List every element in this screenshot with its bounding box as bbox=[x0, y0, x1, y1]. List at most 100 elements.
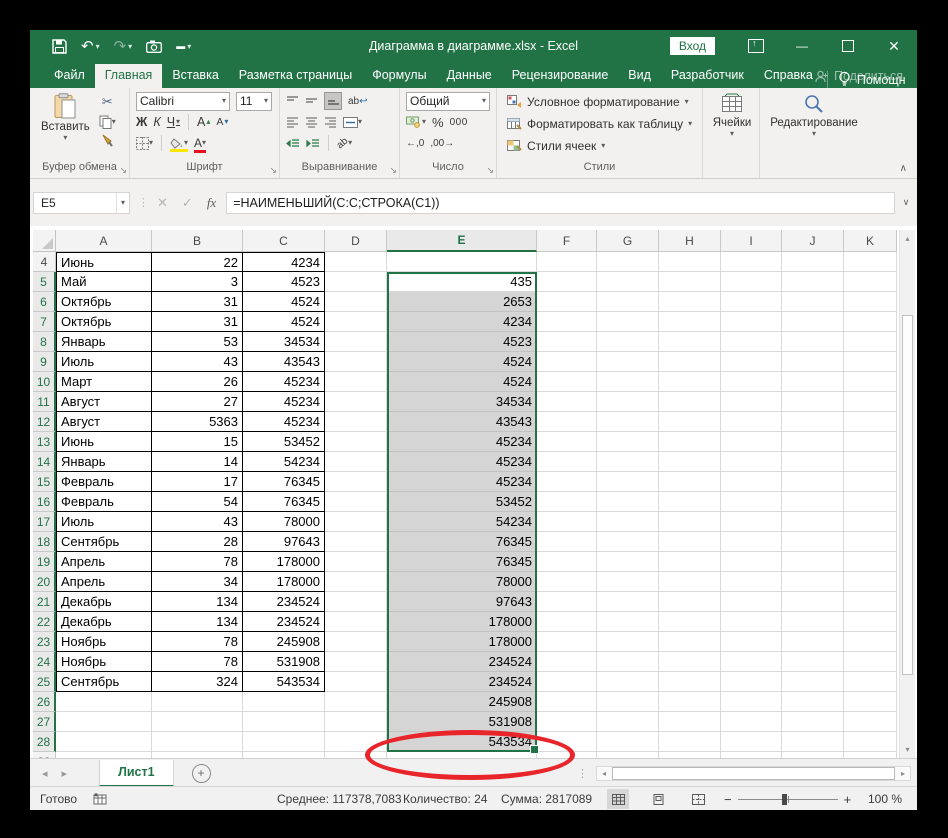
cell-e8[interactable]: 4523 bbox=[387, 332, 537, 352]
cell-g11[interactable] bbox=[597, 392, 659, 412]
formula-bar-resize-handle[interactable]: ⋮ bbox=[138, 196, 149, 209]
cell-h27[interactable] bbox=[659, 712, 721, 732]
cell-b8[interactable]: 53 bbox=[152, 332, 243, 352]
font-name-combobox[interactable]: Calibri ▾ bbox=[136, 91, 230, 111]
cell-c8[interactable]: 34534 bbox=[243, 332, 325, 352]
cell-k17[interactable] bbox=[844, 512, 897, 532]
cell-h14[interactable] bbox=[659, 452, 721, 472]
ribbon-tab-главная[interactable]: Главная bbox=[94, 64, 163, 88]
cell-c21[interactable]: 234524 bbox=[243, 592, 325, 612]
clipboard-dialog-launcher-icon[interactable]: ↘ bbox=[119, 165, 127, 176]
cell-h12[interactable] bbox=[659, 412, 721, 432]
cell-a13[interactable]: Июнь bbox=[56, 432, 152, 452]
cell-a5[interactable]: Май bbox=[56, 272, 152, 292]
cell-c22[interactable]: 234524 bbox=[243, 612, 325, 632]
cell-f18[interactable] bbox=[537, 532, 597, 552]
vertical-scrollbar-thumb[interactable] bbox=[902, 315, 913, 675]
cell-c18[interactable]: 97643 bbox=[243, 532, 325, 552]
cell-d14[interactable] bbox=[325, 452, 387, 472]
cell-a10[interactable]: Март bbox=[56, 372, 152, 392]
cell-f13[interactable] bbox=[537, 432, 597, 452]
cell-a23[interactable]: Ноябрь bbox=[56, 632, 152, 652]
cell-k20[interactable] bbox=[844, 572, 897, 592]
cell-g14[interactable] bbox=[597, 452, 659, 472]
align-bottom-button[interactable] bbox=[324, 92, 342, 110]
confirm-entry-icon[interactable]: ✓ bbox=[182, 195, 193, 211]
comma-style-button[interactable]: 000 bbox=[450, 117, 468, 128]
cell-k11[interactable] bbox=[844, 392, 897, 412]
cell-k7[interactable] bbox=[844, 312, 897, 332]
fill-color-button[interactable]: ▾ bbox=[170, 137, 188, 149]
format-as-table-button[interactable]: Форматировать как таблицу ▾ bbox=[507, 113, 698, 134]
cell-a8[interactable]: Январь bbox=[56, 332, 152, 352]
cell-b17[interactable]: 43 bbox=[152, 512, 243, 532]
decrease-font-size-button[interactable]: А ▾ bbox=[216, 116, 228, 128]
cell-j28[interactable] bbox=[782, 732, 844, 752]
cell-g15[interactable] bbox=[597, 472, 659, 492]
row-header-14[interactable]: 14 bbox=[33, 452, 56, 472]
cell-j7[interactable] bbox=[782, 312, 844, 332]
cell-g28[interactable] bbox=[597, 732, 659, 752]
cell-i10[interactable] bbox=[721, 372, 782, 392]
cell-h24[interactable] bbox=[659, 652, 721, 672]
cell-h22[interactable] bbox=[659, 612, 721, 632]
cell-k6[interactable] bbox=[844, 292, 897, 312]
cut-button[interactable]: ✂ bbox=[99, 94, 116, 110]
cell-g7[interactable] bbox=[597, 312, 659, 332]
column-header-f[interactable]: F bbox=[537, 230, 597, 252]
column-header-j[interactable]: J bbox=[782, 230, 844, 252]
cell-b11[interactable]: 27 bbox=[152, 392, 243, 412]
cell-h4[interactable] bbox=[659, 252, 721, 272]
cell-k28[interactable] bbox=[844, 732, 897, 752]
zoom-out-button[interactable]: − bbox=[724, 792, 732, 807]
cell-i8[interactable] bbox=[721, 332, 782, 352]
cell-f12[interactable] bbox=[537, 412, 597, 432]
cell-g18[interactable] bbox=[597, 532, 659, 552]
cell-j26[interactable] bbox=[782, 692, 844, 712]
cell-h19[interactable] bbox=[659, 552, 721, 572]
increase-indent-button[interactable] bbox=[306, 138, 320, 149]
cell-f22[interactable] bbox=[537, 612, 597, 632]
row-header-24[interactable]: 24 bbox=[33, 652, 56, 672]
cell-b20[interactable]: 34 bbox=[152, 572, 243, 592]
cell-g24[interactable] bbox=[597, 652, 659, 672]
cell-i17[interactable] bbox=[721, 512, 782, 532]
maximize-button[interactable] bbox=[833, 30, 863, 62]
cell-f16[interactable] bbox=[537, 492, 597, 512]
align-top-button[interactable] bbox=[286, 95, 299, 107]
accounting-format-button[interactable]: ▾ bbox=[406, 116, 426, 128]
cell-a7[interactable]: Октябрь bbox=[56, 312, 152, 332]
cell-h9[interactable] bbox=[659, 352, 721, 372]
cell-b5[interactable]: 3 bbox=[152, 272, 243, 292]
cell-k18[interactable] bbox=[844, 532, 897, 552]
increase-font-size-button[interactable]: А ▴ bbox=[197, 115, 210, 129]
cell-c16[interactable]: 76345 bbox=[243, 492, 325, 512]
cell-g9[interactable] bbox=[597, 352, 659, 372]
row-header-15[interactable]: 15 bbox=[33, 472, 56, 492]
cell-b22[interactable]: 134 bbox=[152, 612, 243, 632]
cell-c20[interactable]: 178000 bbox=[243, 572, 325, 592]
cell-i12[interactable] bbox=[721, 412, 782, 432]
ribbon-tab-данные[interactable]: Данные bbox=[437, 64, 502, 88]
align-center-button[interactable] bbox=[305, 116, 318, 128]
status-count[interactable]: Количество: 24 bbox=[403, 787, 487, 810]
cell-a18[interactable]: Сентябрь bbox=[56, 532, 152, 552]
cell-f26[interactable] bbox=[537, 692, 597, 712]
row-header-26[interactable]: 26 bbox=[33, 692, 56, 712]
vertical-scrollbar[interactable]: ▴ ▾ bbox=[899, 230, 915, 758]
cell-d13[interactable] bbox=[325, 432, 387, 452]
cell-i20[interactable] bbox=[721, 572, 782, 592]
cell-f14[interactable] bbox=[537, 452, 597, 472]
cell-f20[interactable] bbox=[537, 572, 597, 592]
sign-in-button[interactable]: Вход bbox=[669, 37, 715, 55]
cell-j20[interactable] bbox=[782, 572, 844, 592]
row-header-4[interactable]: 4 bbox=[33, 252, 56, 272]
column-header-a[interactable]: A bbox=[56, 230, 152, 252]
cell-b19[interactable]: 78 bbox=[152, 552, 243, 572]
cell-c5[interactable]: 4523 bbox=[243, 272, 325, 292]
cell-j13[interactable] bbox=[782, 432, 844, 452]
cell-g13[interactable] bbox=[597, 432, 659, 452]
cell-d26[interactable] bbox=[325, 692, 387, 712]
scroll-up-icon[interactable]: ▴ bbox=[900, 234, 915, 243]
cell-h15[interactable] bbox=[659, 472, 721, 492]
